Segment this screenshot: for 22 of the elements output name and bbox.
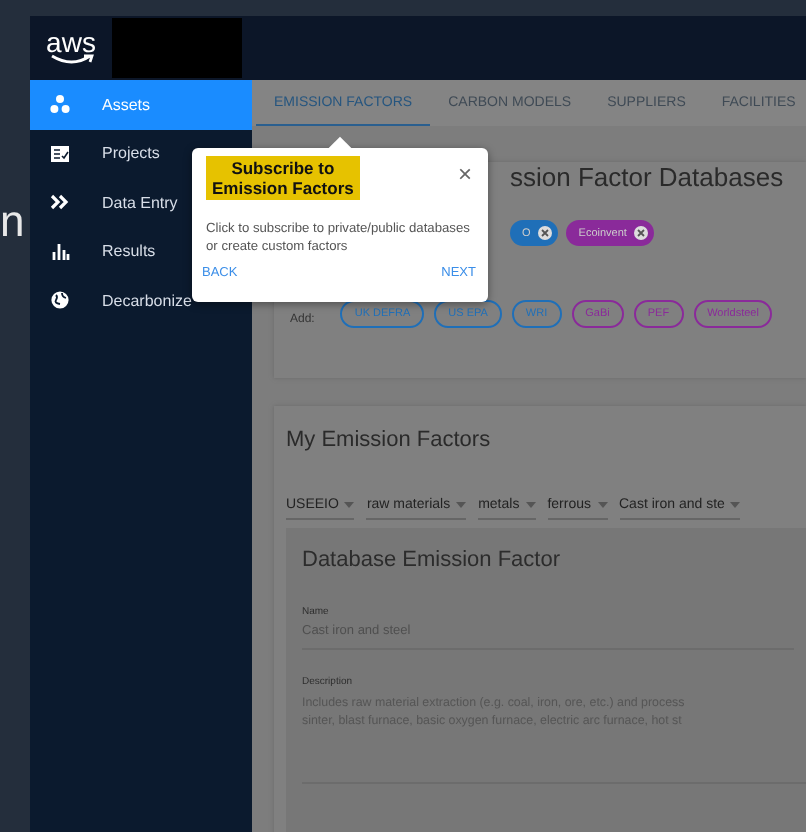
caret-icon [730,502,741,508]
card-title: ssion Factor Databases [510,162,786,192]
detail-title: Database Emission Factor [302,548,562,572]
bar-chart-icon [50,241,70,262]
caret-icon [344,502,355,508]
caret-icon [456,502,467,508]
sidebar-item[interactable]: Decarbonize [30,276,252,325]
card-title: My Emission Factors [286,426,493,452]
globe-icon [50,290,70,311]
caret-icon [525,502,536,508]
sidebar-item[interactable]: Assets [30,80,252,129]
logo: aws [30,16,112,80]
close-button[interactable]: × [457,162,472,186]
redacted-block [112,18,242,78]
remove-icon[interactable] [634,226,649,240]
backdrop-text: n [0,200,25,244]
remove-icon[interactable] [538,226,553,240]
chevrons-icon [50,192,70,213]
form-icon [50,143,70,164]
popover-title: Subscribe to Emission Factors [206,156,360,200]
nodes-icon [50,94,70,115]
caret-icon [597,502,607,508]
